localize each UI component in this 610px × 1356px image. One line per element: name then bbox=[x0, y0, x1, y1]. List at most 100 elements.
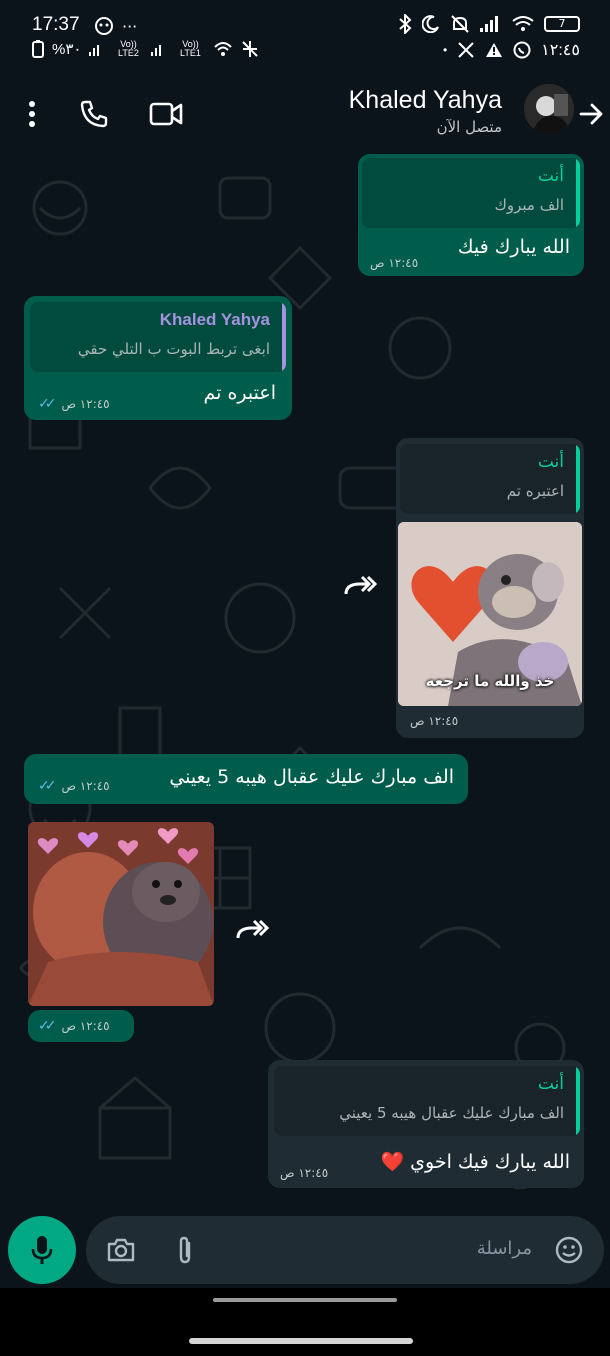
battery-percentage: %٣٠ bbox=[52, 41, 82, 58]
quoted-message[interactable]: أنت الف مبارك عليك عقبال هيبه 5 يعيني bbox=[274, 1066, 580, 1136]
message-time: ١٢:٤٥ ص bbox=[370, 256, 418, 270]
mute-icon bbox=[451, 15, 469, 33]
airplane-off-icon bbox=[242, 41, 259, 57]
outgoing-message[interactable]: الف مبارك عليك عقبال هيبه 5 يعيني ✓✓ ١٢:… bbox=[24, 754, 468, 804]
more-notifications-icon: ··· bbox=[122, 16, 138, 36]
message-text: الف مبارك عليك عقبال هيبه 5 يعيني bbox=[169, 766, 454, 788]
emoji-button[interactable] bbox=[552, 1233, 586, 1267]
time-label: ١٢:٤٥ ص bbox=[61, 779, 110, 793]
lte1-label: Vo)) LTE1 bbox=[180, 39, 201, 58]
notification-icon bbox=[95, 17, 113, 35]
chat-header: Khaled Yahya متصل الآن bbox=[0, 80, 610, 148]
more-vertical-icon bbox=[29, 101, 35, 127]
do-not-disturb-icon bbox=[422, 15, 439, 33]
clock: 17:37 bbox=[32, 14, 80, 35]
message-meta: ✓✓ ١٢:٤٥ ص bbox=[28, 1010, 134, 1042]
missed-call-icon bbox=[458, 42, 474, 58]
video-camera-icon bbox=[149, 102, 183, 126]
voice-record-button[interactable] bbox=[8, 1216, 76, 1284]
bluetooth-icon bbox=[399, 14, 412, 34]
voice-call-button[interactable] bbox=[76, 96, 112, 132]
dot-icon: • bbox=[442, 43, 448, 57]
arrow-right-icon bbox=[579, 103, 603, 125]
warning-icon bbox=[486, 43, 503, 57]
phone-icon bbox=[80, 100, 108, 128]
sticker-image[interactable] bbox=[28, 822, 214, 1006]
quote-sender: Khaled Yahya bbox=[159, 310, 270, 329]
wifi-icon bbox=[512, 16, 534, 31]
quote-sender: أنت bbox=[537, 452, 564, 472]
message-time: ✓✓ ١٢:٤٥ ص bbox=[38, 396, 110, 412]
outgoing-message[interactable]: Khaled Yahya ابغى تربط البوت ب التلي حقي… bbox=[24, 296, 292, 420]
message-time: ✓✓ ١٢:٤٥ ص bbox=[38, 1018, 110, 1034]
cell-signal-icon bbox=[480, 16, 498, 32]
system-nav-bar bbox=[0, 1288, 610, 1356]
contact-name[interactable]: Khaled Yahya bbox=[349, 86, 502, 115]
video-call-button[interactable] bbox=[148, 96, 184, 132]
quote-accent-bar bbox=[576, 1066, 580, 1136]
sticker-illustration bbox=[28, 822, 214, 1006]
time-label: ١٢:٤٥ ص bbox=[370, 256, 419, 270]
camera-icon bbox=[107, 1238, 135, 1262]
outgoing-sticker-message[interactable]: أنت اعتبره تم خذ والله ما ترجعه ١٢:٤٥ ص bbox=[396, 438, 584, 738]
signal-icon bbox=[151, 45, 162, 56]
whatsapp-icon bbox=[513, 41, 531, 59]
sticker-caption: خذ والله ما ترجعه bbox=[425, 672, 555, 690]
microphone-icon bbox=[31, 1236, 53, 1264]
read-receipt-icon: ✓✓ bbox=[38, 396, 57, 412]
composer: مراسلة bbox=[0, 1208, 610, 1288]
message-input[interactable]: مراسلة bbox=[86, 1216, 604, 1284]
home-gesture-bar[interactable] bbox=[189, 1338, 413, 1344]
forward-button[interactable] bbox=[340, 572, 380, 602]
message-time: ١٢:٤٥ ص bbox=[410, 714, 458, 728]
message-text: اعتبره تم bbox=[203, 382, 277, 404]
more-options-button[interactable] bbox=[14, 96, 50, 132]
forward-icon bbox=[236, 919, 270, 939]
quote-sender: أنت bbox=[537, 166, 564, 186]
quote-accent-bar bbox=[282, 302, 286, 372]
status-bar: 17:37 ··· %٣٠ Vo)) LTE2 Vo)) LTE1 7 • ١٢… bbox=[0, 0, 610, 80]
time-label: ١٢:٤٥ ص bbox=[410, 714, 459, 728]
lte2-label: Vo)) LTE2 bbox=[118, 39, 139, 58]
battery-icon: 7 bbox=[544, 16, 580, 32]
wifi-hotspot-icon bbox=[214, 42, 233, 56]
outgoing-message[interactable]: أنت الف مبارك عليك عقبال هيبه 5 يعيني ال… bbox=[268, 1060, 584, 1188]
keyboard-handle bbox=[213, 1298, 397, 1302]
signal-icon bbox=[89, 45, 100, 56]
chat-area[interactable]: أنت الف مبروك الله يبارك فيك ١٢:٤٥ ص Kha… bbox=[0, 148, 610, 1208]
quoted-message[interactable]: Khaled Yahya ابغى تربط البوت ب التلي حقي bbox=[30, 302, 286, 372]
input-placeholder: مراسلة bbox=[476, 1238, 532, 1259]
outgoing-message[interactable]: أنت الف مبروك الله يبارك فيك ١٢:٤٥ ص bbox=[358, 154, 584, 276]
forward-button[interactable] bbox=[232, 916, 272, 946]
sticker-image[interactable]: خذ والله ما ترجعه bbox=[398, 522, 582, 706]
back-button[interactable] bbox=[574, 96, 610, 132]
quoted-message[interactable]: أنت اعتبره تم bbox=[400, 444, 580, 514]
quote-text: اعتبره تم bbox=[506, 482, 564, 500]
time-label: ١٢:٤٥ ص bbox=[280, 1166, 329, 1180]
quote-accent-bar bbox=[576, 158, 580, 228]
quote-text: ابغى تربط البوت ب التلي حقي bbox=[77, 340, 270, 358]
read-receipt-icon: ✓✓ bbox=[38, 1018, 57, 1034]
quote-sender: أنت bbox=[537, 1074, 564, 1094]
battery-saver-icon bbox=[32, 40, 44, 58]
message-text: الله يبارك فيك اخوي ❤️ bbox=[380, 1151, 570, 1173]
quoted-message[interactable]: أنت الف مبروك bbox=[362, 158, 580, 228]
camera-button[interactable] bbox=[104, 1233, 138, 1267]
avatar-photo bbox=[524, 84, 574, 134]
presence-status: متصل الآن bbox=[436, 118, 502, 136]
notification-time: ١٢:٤٥ bbox=[541, 42, 580, 59]
message-text: الله يبارك فيك bbox=[457, 236, 570, 258]
forward-icon bbox=[344, 575, 378, 595]
time-label: ١٢:٤٥ ص bbox=[61, 397, 110, 411]
paperclip-icon bbox=[179, 1236, 191, 1264]
message-time: ✓✓ ١٢:٤٥ ص bbox=[38, 778, 110, 794]
emoji-icon bbox=[555, 1236, 583, 1264]
message-time: ١٢:٤٥ ص bbox=[280, 1166, 328, 1180]
read-receipt-icon: ✓✓ bbox=[38, 778, 57, 794]
quote-accent-bar bbox=[576, 444, 580, 514]
avatar[interactable] bbox=[524, 84, 574, 134]
attach-button[interactable] bbox=[168, 1233, 202, 1267]
time-label: ١٢:٤٥ ص bbox=[61, 1019, 110, 1033]
quote-text: الف مبارك عليك عقبال هيبه 5 يعيني bbox=[339, 1104, 564, 1122]
quote-text: الف مبروك bbox=[494, 196, 564, 214]
